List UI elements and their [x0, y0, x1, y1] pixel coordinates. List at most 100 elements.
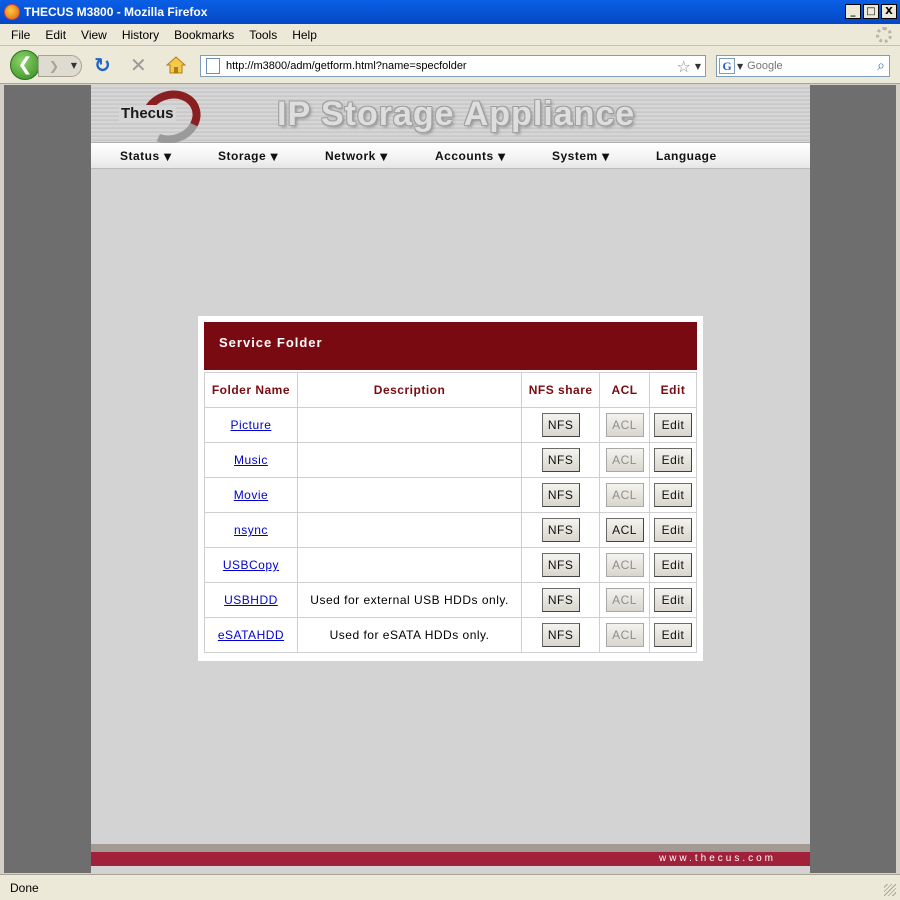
search-magnifier-icon[interactable]: ⌕ [877, 58, 885, 74]
description-cell: Used for eSATA HDDs only. [296, 617, 523, 653]
back-arrow-icon[interactable]: ❮ [10, 50, 40, 80]
folder-name-cell: USBCopy [204, 547, 298, 583]
nav-storage-label: Storage [218, 149, 267, 163]
folder-link[interactable]: USBCopy [223, 558, 279, 572]
footer-divider [91, 844, 810, 852]
edit-cell: Edit [649, 407, 697, 443]
folder-name-cell: Music [204, 442, 298, 478]
menu-bookmarks[interactable]: Bookmarks [174, 28, 234, 42]
acl-button: ACL [605, 553, 644, 577]
edit-cell: Edit [649, 442, 697, 478]
firefox-icon [4, 4, 20, 20]
menu-file[interactable]: File [11, 28, 30, 42]
table-row: Picture NFS ACL Edit [204, 407, 697, 443]
nfs-button[interactable]: NFS [541, 413, 580, 437]
page-icon [206, 58, 220, 74]
window-controls: _ □ X [845, 4, 897, 19]
close-button[interactable]: X [881, 4, 897, 19]
nfs-button[interactable]: NFS [541, 553, 580, 577]
nfs-button[interactable]: NFS [541, 588, 580, 612]
url-input[interactable] [226, 60, 677, 72]
folder-link[interactable]: Movie [234, 488, 269, 502]
thecus-logo[interactable]: Thecus [109, 85, 209, 152]
menu-edit[interactable]: Edit [45, 28, 66, 42]
service-folder-panel: Service Folder Folder Name Description N… [198, 316, 703, 661]
acl-cell: ACL [599, 582, 651, 618]
edit-button[interactable]: Edit [654, 413, 692, 437]
folder-link[interactable]: USBHDD [224, 593, 278, 607]
forward-arrow-icon[interactable]: ❯ ▼ [38, 55, 82, 77]
status-text: Done [10, 880, 39, 895]
reload-icon[interactable]: ↻ [94, 55, 111, 75]
acl-button[interactable]: ACL [605, 518, 644, 542]
description-cell [296, 407, 523, 443]
edit-button[interactable]: Edit [654, 588, 692, 612]
edit-button[interactable]: Edit [654, 518, 692, 542]
edit-button[interactable]: Edit [654, 483, 692, 507]
url-dropdown-icon[interactable]: ▼ [695, 62, 701, 71]
table-row: Music NFS ACL Edit [204, 442, 697, 478]
minimize-button[interactable]: _ [845, 4, 861, 19]
nfs-button[interactable]: NFS [541, 518, 580, 542]
footer-url: www.thecus.com [658, 853, 776, 864]
folder-name-cell: eSATAHDD [204, 617, 298, 653]
menubar: File Edit View History Bookmarks Tools H… [0, 24, 900, 46]
folder-name-cell: Movie [204, 477, 298, 513]
stop-icon[interactable]: ✕ [130, 55, 147, 75]
search-bar[interactable]: G ▼ ⌕ [716, 55, 890, 77]
acl-button: ACL [605, 588, 644, 612]
acl-cell: ACL [599, 617, 651, 653]
menu-history[interactable]: History [122, 28, 159, 42]
acl-cell: ACL [599, 442, 651, 478]
folder-link[interactable]: eSATAHDD [218, 628, 284, 642]
column-header-edit: Edit [649, 372, 697, 408]
description-cell [296, 442, 523, 478]
nav-system[interactable]: System ▼ [552, 149, 610, 163]
bookmark-star-icon[interactable]: ☆ [677, 57, 691, 76]
chevron-down-icon: ▼ [379, 152, 389, 163]
chevron-down-icon: ▼ [497, 152, 506, 163]
nav-language[interactable]: Language [656, 149, 717, 163]
footer-bar: www.thecus.com [91, 852, 810, 866]
search-input[interactable] [747, 60, 878, 72]
nfs-cell: NFS [521, 442, 601, 478]
folder-name-cell: Picture [204, 407, 298, 443]
logo-text: Thecus [119, 105, 176, 122]
acl-cell: ACL [599, 547, 651, 583]
table-header-row: Folder Name Description NFS share ACL Ed… [204, 372, 697, 408]
edit-button[interactable]: Edit [654, 448, 692, 472]
edit-button[interactable]: Edit [654, 623, 692, 647]
column-header-nfs-share: NFS share [521, 372, 601, 408]
google-icon[interactable]: G [719, 58, 735, 74]
description-cell [296, 512, 523, 548]
folder-name-cell: nsync [204, 512, 298, 548]
nfs-button[interactable]: NFS [541, 483, 580, 507]
banner-title: IP Storage Appliance [277, 95, 636, 133]
nfs-button[interactable]: NFS [541, 623, 580, 647]
nav-storage[interactable]: Storage ▼ [218, 149, 278, 163]
nfs-button[interactable]: NFS [541, 448, 580, 472]
resize-grip-icon[interactable] [884, 884, 896, 896]
folder-link[interactable]: nsync [234, 523, 268, 537]
home-icon[interactable] [166, 56, 186, 74]
folder-link[interactable]: Picture [231, 418, 272, 432]
url-bar[interactable]: ☆ ▼ [200, 55, 706, 77]
menu-tools[interactable]: Tools [249, 28, 277, 42]
edit-cell: Edit [649, 512, 697, 548]
search-engine-dropdown-icon[interactable]: ▼ [737, 62, 743, 71]
nav-accounts[interactable]: Accounts ▼ [435, 149, 506, 163]
table-row: eSATAHDD Used for eSATA HDDs only. NFS A… [204, 617, 697, 653]
banner: Thecus IP Storage Appliance [91, 85, 810, 152]
history-dropdown-icon[interactable]: ▼ [71, 56, 77, 76]
nav-status[interactable]: Status ▼ [120, 149, 172, 163]
nav-network[interactable]: Network ▼ [325, 149, 388, 163]
menu-view[interactable]: View [81, 28, 107, 42]
window-title: THECUS M3800 - Mozilla Firefox [24, 5, 208, 19]
menu-help[interactable]: Help [292, 28, 317, 42]
folder-link[interactable]: Music [234, 453, 268, 467]
top-navigation: Status ▼ Storage ▼ Network ▼ Accounts ▼ Syst… [91, 143, 810, 169]
navigation-toolbar: ❮ ❯▼ ↻ ✕ ☆ ▼ G ▼ ⌕ [0, 46, 900, 84]
edit-button[interactable]: Edit [654, 553, 692, 577]
throbber-icon [876, 27, 892, 43]
maximize-button[interactable]: □ [863, 4, 879, 19]
